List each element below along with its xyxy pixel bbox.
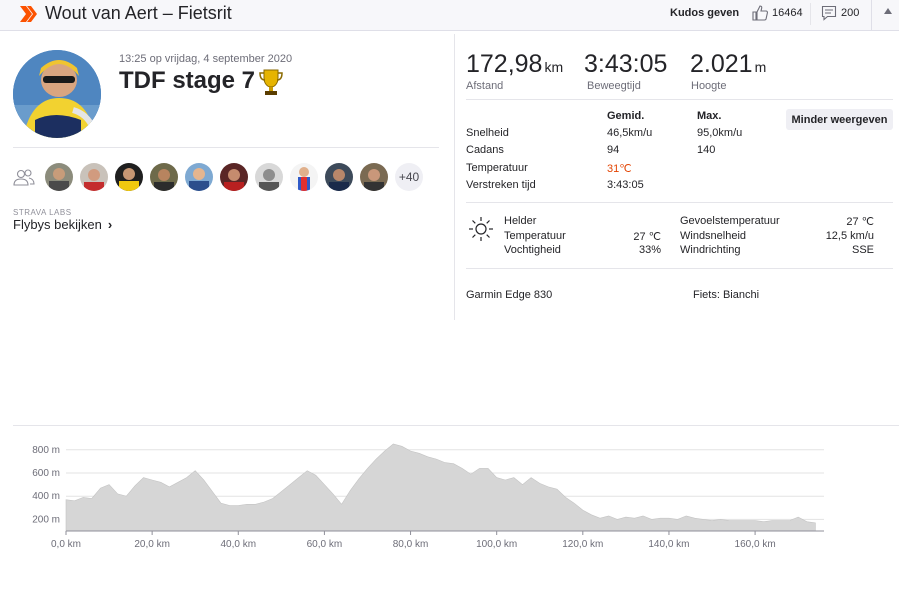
flybys-link[interactable]: Flybys bekijken › [13, 217, 112, 232]
x-tick-label: 100,0 km [476, 539, 517, 550]
collapse-caret-icon[interactable] [884, 8, 892, 14]
divider [13, 147, 439, 148]
comment-icon[interactable] [821, 5, 837, 21]
x-tick-label: 60,0 km [307, 539, 343, 550]
sun-icon [469, 217, 493, 241]
feels-like-label: Gevoelstemperatuur [680, 215, 780, 227]
weather-condition: Helder [504, 215, 537, 227]
activity-title: TDF stage 7 [119, 67, 256, 94]
athlete-avatar[interactable] [220, 163, 248, 191]
athlete-avatar[interactable] [325, 163, 353, 191]
x-tick-label: 0,0 km [51, 539, 81, 550]
elevation-label: Hoogte [691, 80, 727, 92]
activity-date: 13:25 op vrijdag, 4 september 2020 [119, 53, 293, 65]
wind-direction-value: SSE [851, 244, 874, 256]
group-athletes: +40 [45, 163, 423, 191]
page-title: Wout van Aert – Fietsrit [45, 3, 232, 23]
stat-max: 95,0km/u [697, 127, 743, 139]
athlete-avatar[interactable] [45, 163, 73, 191]
stat-avg: 46,5km/u [607, 127, 653, 139]
x-tick-label: 120,0 km [562, 539, 603, 550]
weather-humidity-label: Vochtigheid [504, 244, 561, 256]
kudos-count[interactable]: 16464 [772, 7, 803, 19]
stat-max: 140 [697, 144, 716, 156]
elevation-area [65, 443, 816, 532]
stat-label: Snelheid [466, 127, 509, 139]
divider [466, 202, 893, 203]
athlete-avatar[interactable] [185, 163, 213, 191]
athlete-avatar[interactable] [290, 163, 318, 191]
thumbs-up-icon[interactable] [751, 4, 769, 22]
divider [871, 0, 872, 31]
divider [13, 425, 899, 426]
activity-header: Wout van Aert – Fietsrit Kudos geven 164… [0, 0, 899, 31]
x-tick-label: 20,0 km [134, 539, 170, 550]
trophy-icon [259, 69, 283, 95]
y-tick-label: 800 m [32, 445, 60, 456]
more-athletes-count[interactable]: +40 [395, 163, 423, 191]
stat-label: Cadans [466, 144, 504, 156]
distance-value: 172,98 km [466, 50, 564, 78]
device-name: Garmin Edge 830 [466, 289, 553, 301]
chevron-right-icon: › [107, 217, 113, 232]
x-tick-label: 160,0 km [735, 539, 776, 550]
stat-avg: 3:43:05 [607, 179, 644, 191]
athlete-avatar[interactable] [255, 163, 283, 191]
moving-time-value: 3:43:05 [584, 50, 668, 78]
strava-chevron-icon [20, 6, 37, 22]
flybys-label: Flybys bekijken [13, 217, 102, 232]
stat-avg: 94 [607, 144, 620, 156]
wind-direction-label: Windrichting [680, 244, 741, 256]
athlete-avatar[interactable] [115, 163, 143, 191]
group-athletes-icon [13, 169, 35, 186]
weather-humidity-value: 33% [638, 244, 661, 256]
comment-count[interactable]: 200 [841, 7, 859, 19]
column-divider [454, 34, 455, 320]
distance-label: Afstand [466, 80, 504, 92]
wind-speed-label: Windsnelheid [680, 230, 747, 242]
stat-label: Verstreken tijd [466, 179, 536, 191]
max-column-header: Max. [697, 110, 722, 122]
feels-like-value: 27 ℃ [846, 216, 874, 228]
stat-label: Temperatuur [466, 162, 528, 174]
strava-labs-label: STRAVA LABS [13, 208, 72, 217]
athlete-avatar[interactable] [13, 50, 101, 138]
divider [466, 99, 893, 100]
athlete-avatar[interactable] [360, 163, 388, 191]
y-tick-label: 600 m [32, 468, 60, 479]
divider [810, 3, 811, 25]
divider [466, 268, 893, 269]
elevation-value: 2.021 m [690, 50, 767, 78]
athlete-avatar[interactable] [80, 163, 108, 191]
y-tick-label: 200 m [32, 514, 60, 525]
x-tick-label: 40,0 km [220, 539, 256, 550]
give-kudos-button[interactable]: Kudos geven [670, 7, 739, 19]
x-tick-label: 140,0 km [648, 539, 689, 550]
weather-temp-value: 27 ℃ [633, 231, 661, 243]
avg-column-header: Gemid. [607, 110, 645, 122]
weather-temp-label: Temperatuur [504, 230, 566, 242]
elevation-chart[interactable]: 200 m 400 m 600 m 800 m 0,0 km 20,0 km 40,0 km… [0, 430, 899, 560]
y-tick-label: 400 m [32, 491, 60, 502]
bike-name[interactable]: Fiets: Bianchi [693, 289, 759, 301]
wind-speed-value: 12,5 km/u [825, 230, 874, 242]
x-tick-label: 80,0 km [393, 539, 429, 550]
athlete-avatar[interactable] [150, 163, 178, 191]
show-less-button[interactable]: Minder weergeven [786, 109, 893, 130]
moving-time-label: Beweegtijd [587, 80, 641, 92]
stat-avg: 31℃ [607, 163, 632, 175]
